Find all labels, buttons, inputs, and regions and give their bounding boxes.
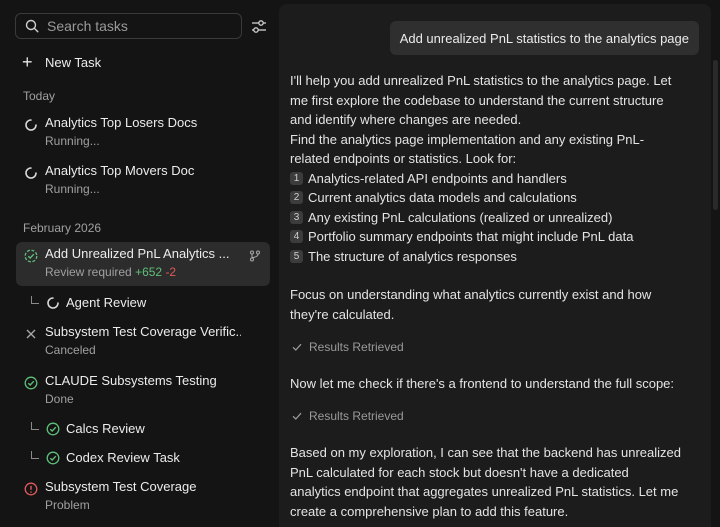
task-item[interactable]: CLAUDE Subsystems Testing Done [16, 369, 270, 413]
task-title: Subsystem Test Coverage Verific... [45, 324, 241, 339]
tree-elbow [31, 422, 39, 430]
check-icon [292, 343, 302, 351]
list-text: Analytics-related API endpoints and hand… [308, 170, 567, 186]
message-line: Find the analytics page implementation a… [290, 131, 645, 147]
assistant-message-intro: I'll help you add unrealized PnL statist… [290, 71, 702, 266]
message-line: analytics endpoint that aggregates unrea… [290, 484, 679, 499]
task-status: Problem [45, 498, 90, 512]
task-item[interactable]: Subsystem Test Coverage Verific... Cance… [16, 320, 270, 364]
subtask-title: Agent Review [66, 295, 147, 310]
results-retrieved-toggle[interactable]: Results Retrieved [291, 340, 404, 354]
list-item: 1 Analytics-related API endpoints and han… [290, 169, 702, 189]
search-icon [25, 19, 39, 33]
task-item[interactable]: Analytics Top Movers Doc Running... [16, 159, 270, 203]
deletions-count: -2 [165, 265, 177, 279]
check-circle-icon [46, 422, 60, 436]
subtask-agent-review[interactable]: Agent Review [31, 293, 231, 315]
list-number: 2 [290, 191, 303, 205]
message-line: related endpoints or statistics. Look fo… [290, 151, 517, 166]
search-box[interactable] [15, 13, 242, 39]
task-item-active[interactable]: Add Unrealized PnL Analytics ... Review … [16, 242, 270, 286]
message-line: Now let me check if there's a frontend t… [290, 376, 675, 391]
message-line: they're calculated. [290, 306, 395, 322]
subtask-calcs-review[interactable]: Calcs Review [31, 419, 231, 441]
list-text: Current analytics data models and calcul… [308, 190, 577, 205]
assistant-message-frontend: Now let me check if there's a frontend t… [290, 374, 702, 394]
section-february-2026: February 2026 [23, 221, 102, 235]
task-status: Review required +652 -2 [45, 265, 176, 279]
new-task-button[interactable]: + New Task [22, 53, 101, 71]
list-item: 3 Any existing PnL calculations (realized… [290, 208, 702, 228]
task-title: Add Unrealized PnL Analytics ... [45, 246, 230, 261]
alert-icon [24, 482, 38, 496]
list-item: 2 Current analytics data models and calcu… [290, 188, 702, 208]
list-text: The structure of analytics responses [308, 248, 517, 264]
message-line: Focus on understanding what analytics cu… [290, 287, 652, 302]
subtask-title: Calcs Review [66, 421, 145, 436]
list-number: 5 [290, 249, 303, 263]
scrollbar-thumb[interactable] [713, 60, 718, 210]
search-input[interactable] [45, 17, 229, 35]
message-line: Based on my exploration, I can see that … [290, 445, 681, 460]
review-status: Review required [45, 265, 132, 279]
assistant-message-conclusion: Based on my exploration, I can see that … [290, 443, 702, 521]
message-line: me first explore the codebase to underst… [290, 92, 664, 108]
task-title: Analytics Top Losers Docs [45, 115, 198, 130]
section-today: Today [23, 89, 56, 103]
additions-count: +652 [135, 265, 163, 279]
message-line: and identify where changes are needed. [290, 112, 522, 127]
check-circle-icon [24, 249, 38, 263]
numbered-list: 1 Analytics-related API endpoints and han… [290, 169, 702, 267]
sidebar: + New Task Today Analytics Top Losers Do… [0, 0, 279, 527]
task-title: Subsystem Test Coverage [45, 479, 197, 494]
results-retrieved-label: Results Retrieved [309, 340, 404, 354]
close-icon [26, 329, 36, 339]
tree-elbow [31, 296, 39, 304]
task-status: Running... [45, 182, 100, 196]
list-item: 5 The structure of analytics responses [290, 247, 702, 267]
task-item[interactable]: Subsystem Test Coverage Problem [16, 475, 270, 519]
loading-icon [25, 119, 37, 131]
scrollbar[interactable] [711, 0, 720, 527]
check-circle-icon [46, 451, 60, 465]
message-line: create a comprehensive plan to add this … [290, 503, 569, 519]
new-task-label: New Task [45, 54, 102, 70]
check-icon [292, 412, 302, 420]
assistant-message-focus: Focus on understanding what analytics cu… [290, 285, 702, 324]
chat-panel: Add unrealized PnL statistics to the ana… [279, 4, 711, 527]
results-retrieved-label: Results Retrieved [309, 409, 404, 423]
list-text: Any existing PnL calculations (realized … [308, 209, 613, 225]
subtask-title: Codex Review Task [66, 450, 180, 465]
task-status: Running... [45, 134, 100, 148]
message-line: I'll help you add unrealized PnL statist… [290, 73, 672, 88]
loading-icon [47, 297, 59, 309]
plus-icon: + [22, 52, 33, 72]
task-status: Canceled [45, 343, 96, 357]
list-number: 3 [290, 210, 303, 224]
task-title: CLAUDE Subsystems Testing [45, 373, 217, 388]
message-line: PnL calculated for each stock but doesn'… [290, 464, 629, 480]
filter-icon[interactable] [250, 18, 268, 36]
tree-elbow [31, 451, 39, 459]
task-item[interactable]: Analytics Top Losers Docs Running... [16, 111, 270, 155]
task-title: Analytics Top Movers Doc [45, 163, 195, 178]
list-item: 4 Portfolio summary endpoints that might … [290, 227, 702, 247]
task-status: Done [45, 392, 74, 406]
list-number: 1 [290, 171, 303, 185]
subtask-codex-review[interactable]: Codex Review Task [31, 448, 231, 470]
loading-icon [25, 167, 37, 179]
branch-icon[interactable] [249, 250, 261, 262]
check-circle-icon [24, 376, 38, 390]
user-message: Add unrealized PnL statistics to the ana… [389, 21, 699, 55]
list-number: 4 [290, 230, 303, 244]
list-text: Portfolio summary endpoints that might i… [308, 229, 634, 244]
results-retrieved-toggle[interactable]: Results Retrieved [291, 409, 404, 423]
